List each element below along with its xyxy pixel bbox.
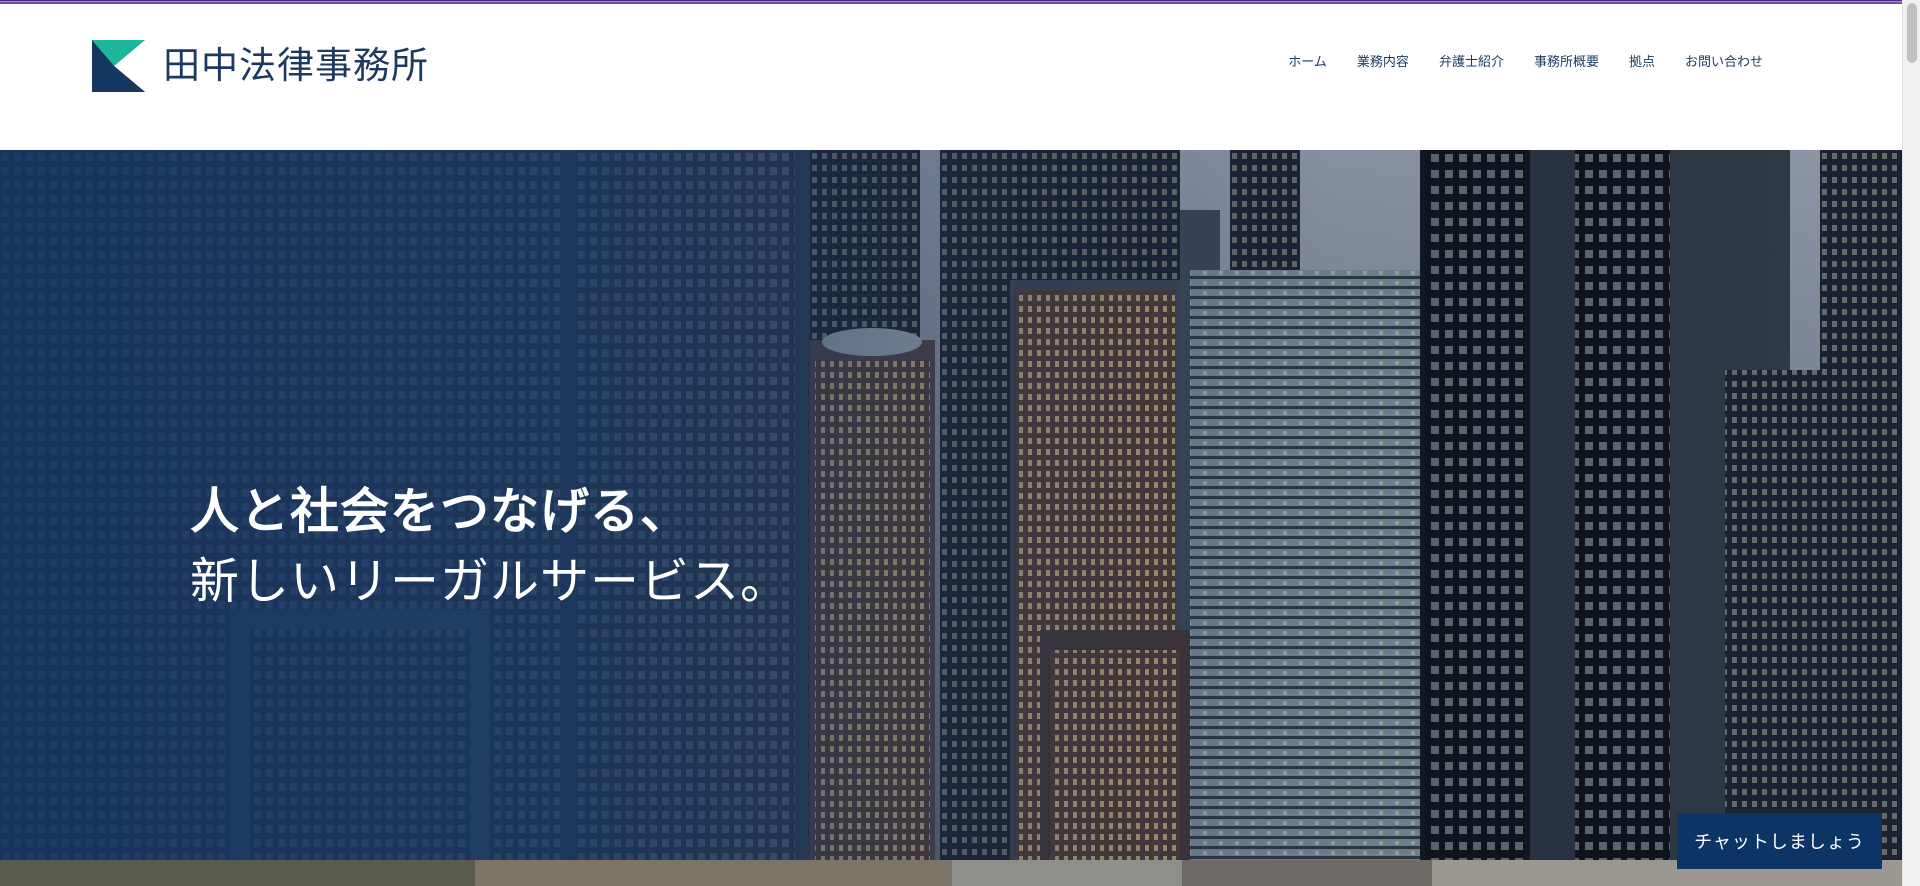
next-section-preview [0, 860, 1903, 886]
nav-contact[interactable]: お問い合わせ [1685, 54, 1763, 72]
chat-button[interactable]: チャットしましょう [1677, 813, 1882, 869]
nav-services[interactable]: 業務内容 [1357, 54, 1409, 72]
site-logo[interactable]: 田中法律事務所 [92, 40, 429, 92]
nav-about[interactable]: 事務所概要 [1534, 54, 1599, 72]
k-mark-logo-icon [92, 40, 145, 92]
nav-lawyers[interactable]: 弁護士紹介 [1439, 54, 1504, 72]
hero-tagline-line1: 人と社会をつなげる、 [190, 483, 691, 540]
nav-home[interactable]: ホーム [1288, 54, 1327, 72]
site-header: 田中法律事務所 ホーム 業務内容 弁護士紹介 事務所概要 拠点 お問い合わせ [0, 4, 1903, 150]
main-nav: ホーム 業務内容 弁護士紹介 事務所概要 拠点 お問い合わせ [1288, 54, 1763, 72]
hero-banner: 人と社会をつなげる、 新しいリーガルサービス。 [0, 150, 1903, 860]
logo-text: 田中法律事務所 [163, 44, 429, 87]
hero-tagline: 人と社会をつなげる、 新しいリーガルサービス。 [190, 480, 790, 620]
hero-tagline-line2: 新しいリーガルサービス。 [190, 553, 791, 610]
scrollbar-thumb[interactable] [1907, 3, 1917, 63]
page-scrollbar[interactable] [1902, 0, 1920, 886]
nav-offices[interactable]: 拠点 [1629, 54, 1655, 72]
